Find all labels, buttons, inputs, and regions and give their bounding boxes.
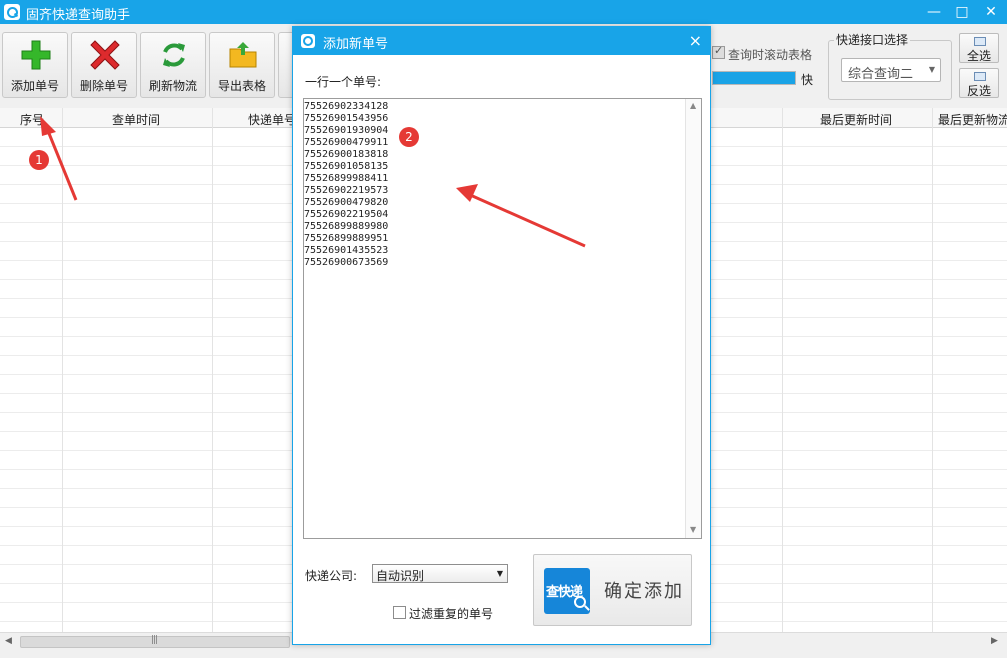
annotation-arrowhead-2 [456,184,478,202]
annotation-marker-1: 1 [29,150,49,170]
annotation-arrow-2 [467,192,586,248]
annotation-arrowhead-1 [40,116,56,136]
annotation-marker-2: 2 [399,127,419,147]
annotation-arrow-1 [44,125,78,201]
annotation-arrows [40,116,586,248]
